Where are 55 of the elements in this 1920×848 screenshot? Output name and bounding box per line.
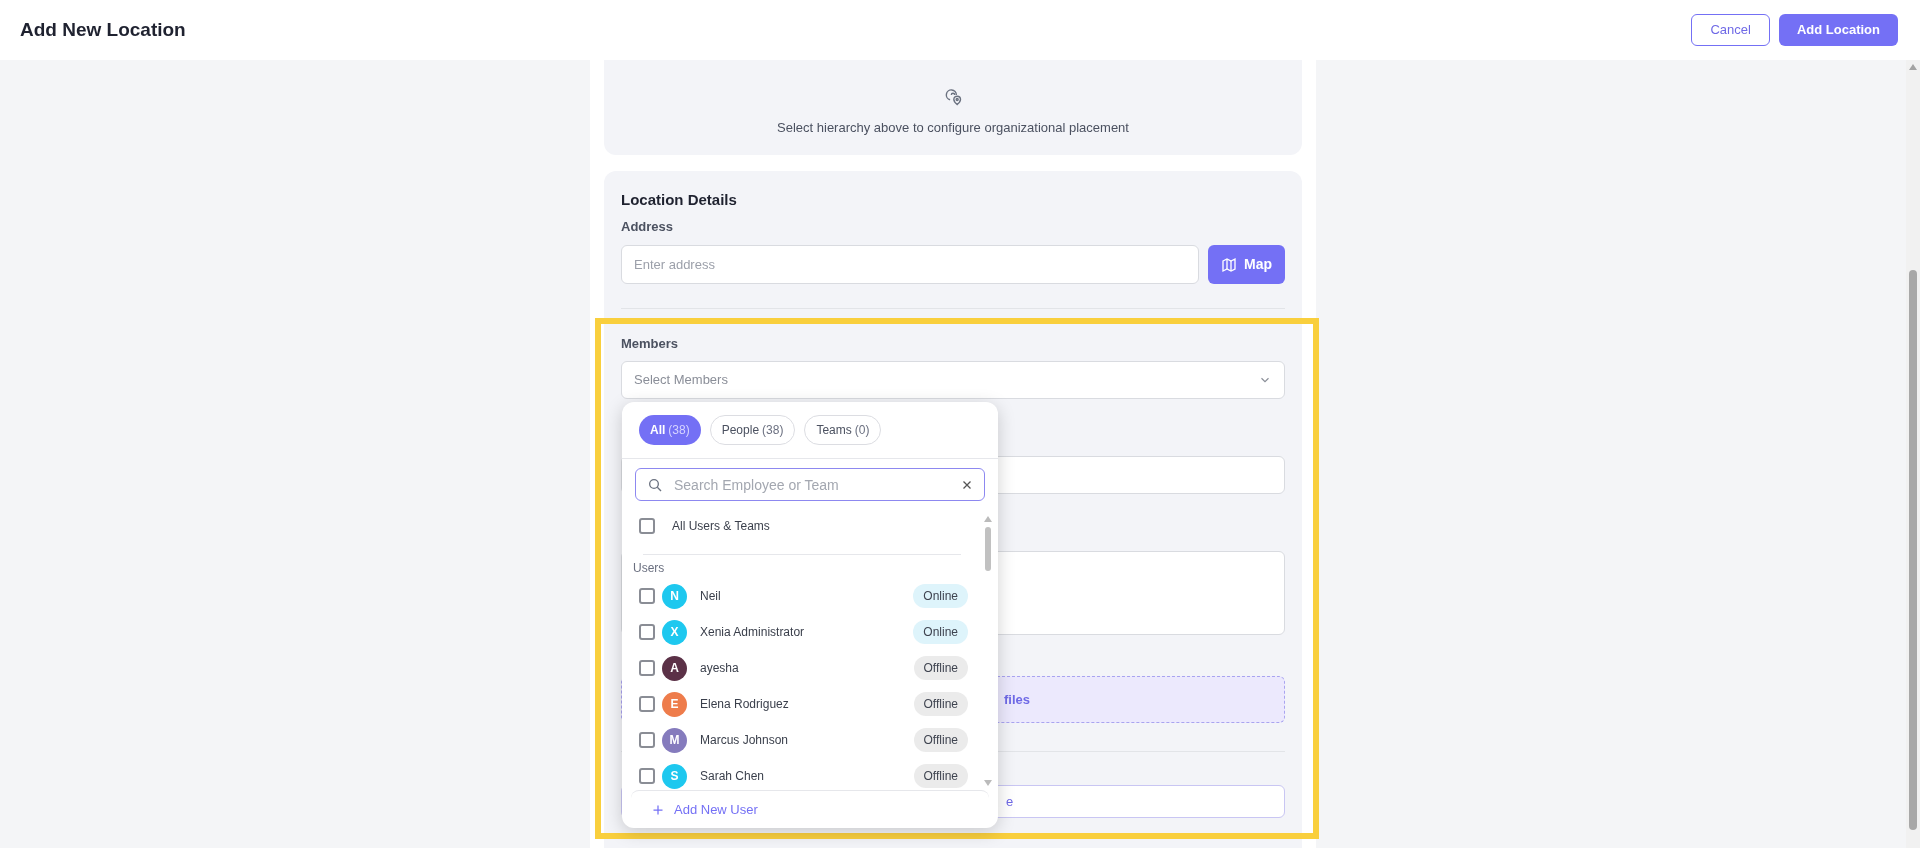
status-badge: Online: [913, 584, 968, 608]
filter-tab[interactable]: All (38): [639, 415, 701, 445]
status-badge: Offline: [913, 728, 968, 752]
search-field[interactable]: Search Employee or Team: [635, 468, 985, 501]
status-badge: Offline: [913, 656, 968, 680]
close-icon[interactable]: [961, 479, 973, 491]
checkbox[interactable]: [639, 588, 655, 604]
user-name: Elena Rodriguez: [700, 696, 790, 713]
search-icon: [647, 477, 663, 493]
status-badge: Online: [913, 620, 968, 644]
field-label: Address: [621, 219, 675, 235]
user-name: Sarah Chen: [700, 768, 766, 785]
location-pin-icon: [943, 86, 963, 107]
section-title: Location Details: [621, 191, 738, 209]
checkbox[interactable]: [639, 624, 655, 640]
section-label: Users: [632, 560, 666, 576]
cancel-button[interactable]: Cancel: [1691, 14, 1770, 46]
avatar: X: [662, 619, 687, 645]
add-user-button[interactable]: Add New User: [652, 799, 758, 820]
checkbox[interactable]: [639, 732, 655, 748]
filter-tab[interactable]: People (38): [709, 415, 796, 445]
plus-icon: [652, 803, 664, 816]
scrollbar-thumb[interactable]: [1909, 270, 1917, 830]
scroll-up-icon[interactable]: [984, 516, 992, 522]
input-text: e: [1006, 792, 1014, 811]
members-select[interactable]: Select Members: [621, 361, 1285, 399]
user-name: Xenia Administrator: [700, 624, 806, 641]
status-badge: Offline: [913, 764, 968, 788]
checkbox[interactable]: [639, 696, 655, 712]
avatar: A: [662, 655, 687, 681]
map-button[interactable]: Map: [1208, 245, 1285, 284]
status-badge: Offline: [913, 692, 968, 716]
checkbox[interactable]: [639, 518, 655, 534]
upload-text: files: [1004, 690, 1030, 709]
placement-message: Select hierarchy above to configure organizational placement: [777, 118, 1129, 137]
avatar: N: [662, 583, 687, 609]
option-label: All Users & Teams: [672, 518, 770, 535]
filter-tab[interactable]: Teams (0): [804, 415, 882, 445]
address-input[interactable]: Enter address: [621, 245, 1199, 284]
scroll-up-icon[interactable]: [1909, 64, 1917, 70]
user-name: ayesha: [700, 660, 740, 677]
user-name: Marcus Johnson: [700, 732, 790, 749]
avatar: S: [662, 763, 687, 789]
page-title: Add New Location: [20, 17, 186, 42]
map-icon: [1221, 256, 1237, 273]
avatar: E: [662, 691, 687, 717]
add-location-button[interactable]: Add Location: [1778, 14, 1898, 46]
checkbox[interactable]: [639, 660, 655, 676]
page-scrollbar[interactable]: [1906, 60, 1920, 848]
select-all-row[interactable]: All Users & Teams: [622, 508, 982, 544]
scrollbar-thumb[interactable]: [985, 527, 991, 571]
field-label: Members: [621, 336, 680, 352]
checkbox[interactable]: [639, 768, 655, 784]
user-name: Neil: [700, 588, 722, 605]
avatar: M: [662, 727, 687, 753]
